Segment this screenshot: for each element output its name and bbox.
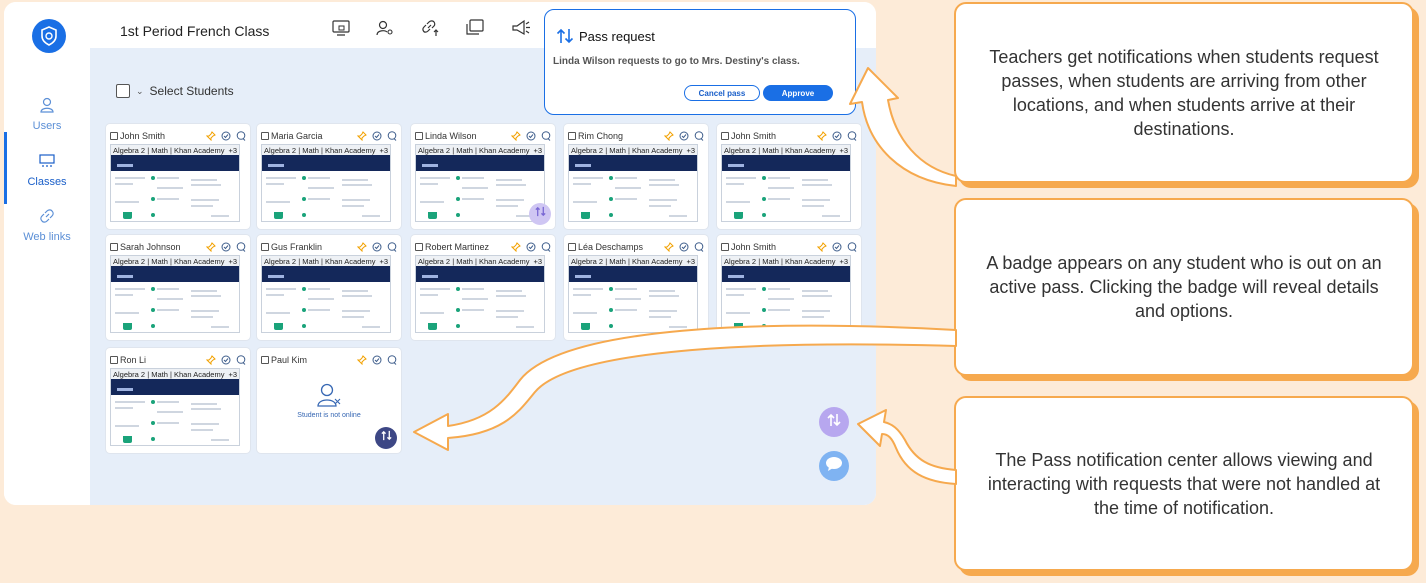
arrow-to-popup — [849, 67, 957, 187]
callout-arrows — [413, 67, 957, 485]
arrow-to-notification-center — [857, 409, 957, 485]
